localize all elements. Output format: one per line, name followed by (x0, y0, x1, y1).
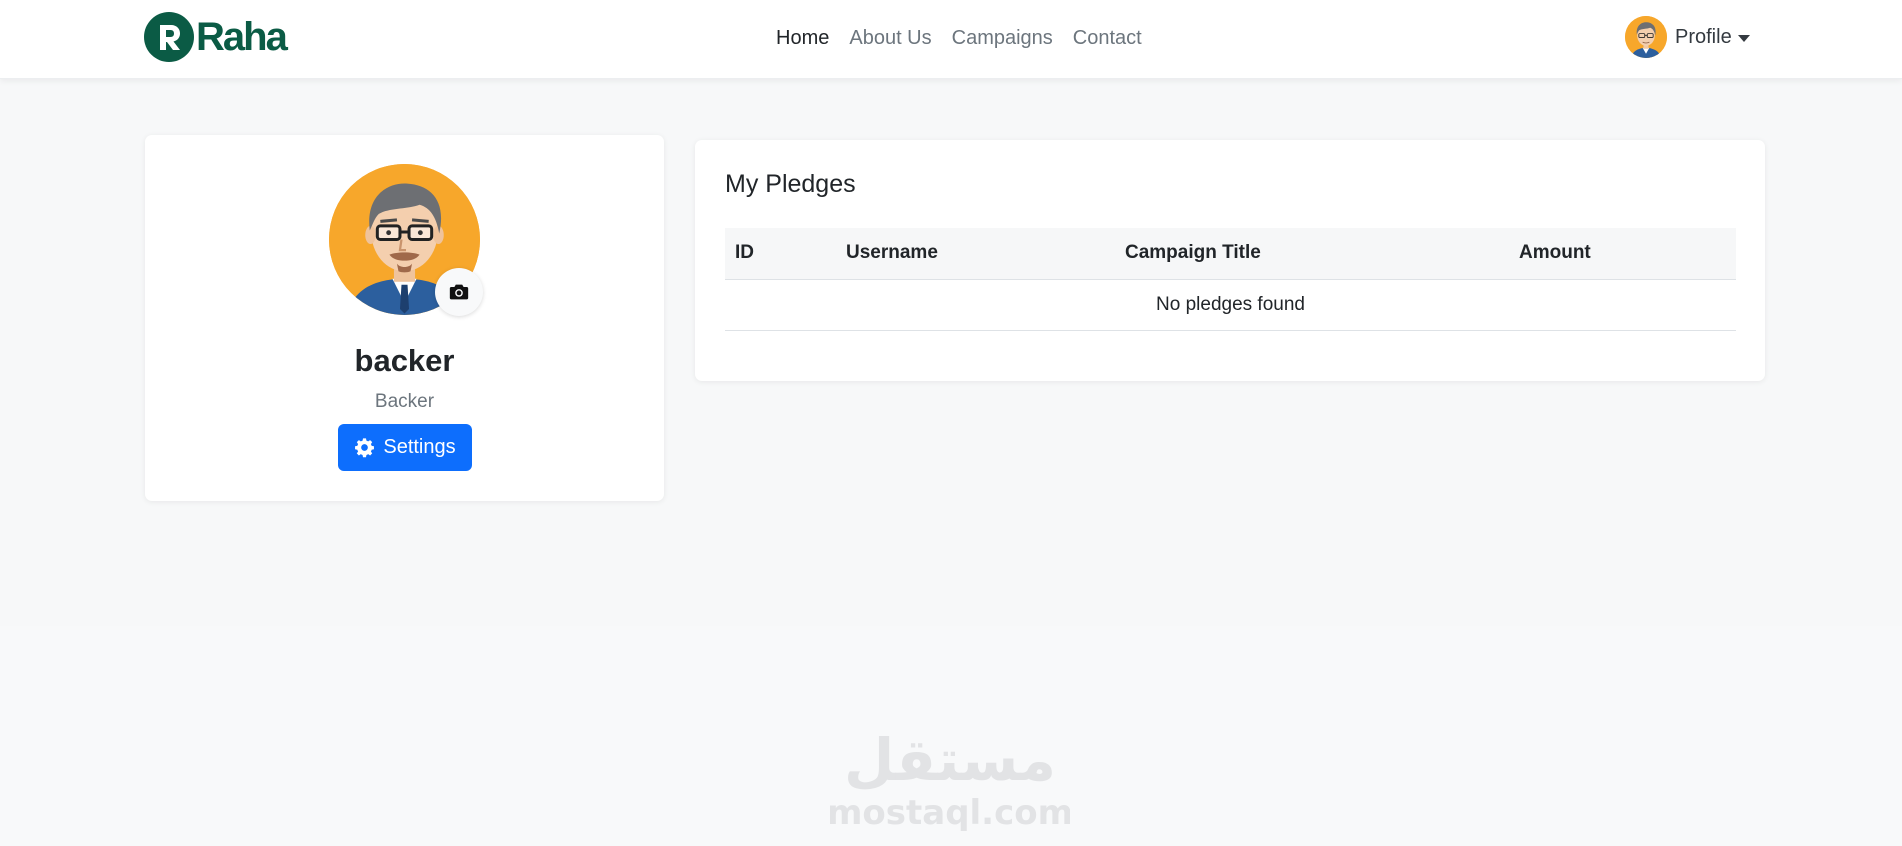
profile-username: backer (354, 343, 455, 378)
brand-logo-icon (144, 12, 194, 62)
change-photo-button[interactable] (435, 268, 483, 316)
column-header-id: ID (725, 228, 836, 280)
footer-area: مستقل mostaql.com (0, 626, 1902, 846)
column-header-campaign-title: Campaign Title (1115, 228, 1509, 280)
table-header-row: ID Username Campaign Title Amount (725, 228, 1736, 280)
profile-dropdown-toggle[interactable]: Profile (1625, 15, 1750, 59)
nav-link-about-us[interactable]: About Us (839, 24, 941, 52)
profile-label: Profile (1675, 25, 1732, 48)
nav-link-campaigns[interactable]: Campaigns (942, 24, 1063, 52)
brand-logo[interactable]: Raha (144, 12, 288, 62)
main-nav: Home About Us Campaigns Contact (776, 24, 1152, 52)
pledges-title: My Pledges (725, 170, 856, 198)
main-content: backer Backer Settings My Pledges ID Use… (0, 79, 1902, 626)
profile-card: backer Backer Settings (145, 135, 664, 501)
nav-link-home[interactable]: Home (776, 24, 839, 52)
gear-icon (355, 438, 375, 458)
profile-role: Backer (374, 391, 435, 412)
caret-down-icon (1737, 34, 1750, 42)
column-header-username: Username (836, 228, 1115, 280)
settings-button-label: Settings (383, 436, 456, 458)
brand-name: Raha (196, 15, 288, 59)
watermark-latin: mostaql.com (830, 793, 1070, 832)
top-navbar: Raha Home About Us Campaigns Contact Pro… (0, 0, 1902, 79)
pledges-card: My Pledges ID Username Campaign Title Am… (695, 140, 1765, 381)
table-row: No pledges found (725, 279, 1736, 331)
camera-icon (449, 284, 469, 300)
column-header-amount: Amount (1509, 228, 1736, 280)
avatar (1625, 16, 1667, 58)
settings-button[interactable]: Settings (338, 424, 472, 471)
nav-link-contact[interactable]: Contact (1063, 24, 1152, 52)
empty-table-message: No pledges found (725, 279, 1736, 331)
profile-avatar-wrapper (329, 164, 483, 316)
watermark-arabic: مستقل (844, 726, 1056, 794)
mostaql-watermark-logo: مستقل mostaql.com (830, 726, 1070, 832)
pledges-table: ID Username Campaign Title Amount No ple… (725, 228, 1736, 331)
